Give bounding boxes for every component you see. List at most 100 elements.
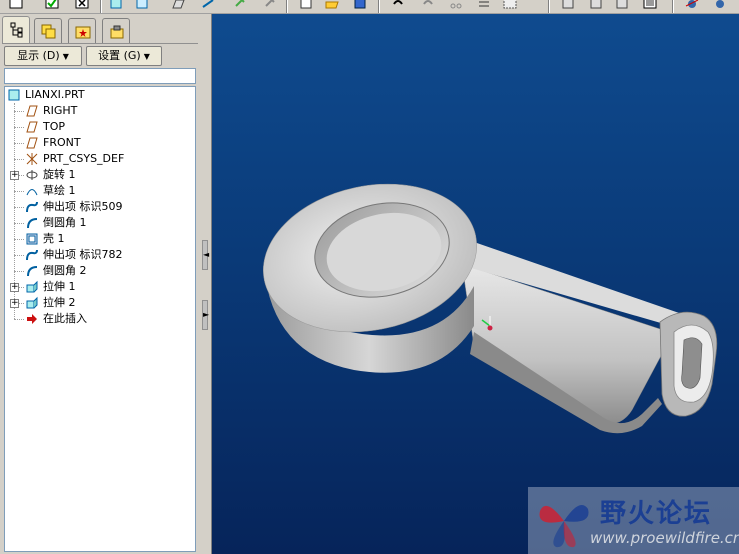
tree-item-label: 倒圆角 1: [43, 216, 87, 229]
view2-icon[interactable]: [262, 0, 278, 10]
datum-plane-icon: [25, 120, 39, 134]
extrude-icon: [25, 280, 39, 294]
tree-item[interactable]: + 旋转 1: [5, 167, 191, 183]
layers-tab[interactable]: [34, 18, 62, 44]
navigator-panel: 显示 (D) ▼ 设置 (G) ▼ LIANXI.PRT RIGHT TOP FRONT P…: [0, 14, 200, 554]
tree-item[interactable]: 伸出项 标识782: [5, 247, 191, 263]
tree-item[interactable]: + 拉伸 1: [5, 279, 191, 295]
tree-connector: [14, 191, 24, 192]
tree-connector: [14, 271, 24, 272]
show-dropdown[interactable]: 显示 (D) ▼: [4, 46, 82, 66]
watermark-title: 野火论坛: [600, 499, 713, 529]
panel-splitter[interactable]: ◄ ►: [200, 14, 212, 554]
tree-item-label: 伸出项 标识782: [43, 248, 123, 261]
layers-icon: [41, 24, 56, 39]
expand-icon[interactable]: +: [10, 283, 19, 292]
protrusion-icon: [25, 248, 39, 262]
save2-icon[interactable]: [352, 0, 368, 10]
show-dropdown-label: 显示 (D): [17, 49, 60, 62]
end-plate-slot: [681, 337, 703, 389]
new-icon[interactable]: [8, 0, 24, 10]
extrude-icon: [25, 296, 39, 310]
tree-connector: [14, 207, 24, 208]
copy-icon[interactable]: [588, 0, 604, 10]
expand-icon[interactable]: +: [10, 299, 19, 308]
tree-item[interactable]: RIGHT: [5, 103, 191, 119]
undo-icon[interactable]: [390, 0, 406, 10]
view2-orient-icon[interactable]: [712, 0, 728, 10]
tree-connector: [14, 159, 24, 160]
tree-item-label: TOP: [43, 120, 66, 133]
shell-icon: [25, 232, 39, 246]
chevron-down-icon: ▼: [62, 52, 69, 61]
tree-item-label: 壳 1: [43, 232, 65, 245]
list-icon[interactable]: [476, 0, 492, 10]
datum-plane-icon: [25, 104, 39, 118]
save-icon[interactable]: [44, 0, 60, 10]
tree-connector: [14, 255, 24, 256]
expand-right-icon[interactable]: ►: [202, 300, 209, 330]
sketch-icon[interactable]: [134, 0, 150, 10]
model-icon[interactable]: [560, 0, 576, 10]
tree-connector: [14, 111, 24, 112]
part-root-icon: [7, 88, 21, 102]
close-icon[interactable]: [74, 0, 90, 10]
tree-item[interactable]: 倒圆角 2: [5, 263, 191, 279]
datum-plane-icon: [25, 136, 39, 150]
settings-dropdown-label: 设置 (G): [98, 49, 141, 62]
tree-item-label: 草绘 1: [43, 184, 76, 197]
collapse-left-icon[interactable]: ◄: [202, 240, 209, 270]
settings-dropdown[interactable]: 设置 (G) ▼: [86, 46, 162, 66]
tree-item-label: 旋转 1: [43, 168, 76, 181]
tree-item[interactable]: 壳 1: [5, 231, 191, 247]
tree-item[interactable]: 草绘 1: [5, 183, 191, 199]
main-toolbar: [0, 0, 739, 14]
shade-icon[interactable]: [642, 0, 658, 10]
tools-tab[interactable]: [102, 18, 130, 44]
tree-filter-input[interactable]: [4, 68, 196, 84]
part-model-3d[interactable]: [212, 14, 739, 554]
round-icon: [25, 216, 39, 230]
tree-item-label: 伸出项 标识509: [43, 200, 123, 213]
tree-item[interactable]: 伸出项 标识509: [5, 199, 191, 215]
tree-item-label: 拉伸 2: [43, 296, 76, 309]
navigator-tabs: [2, 16, 198, 44]
tree-root-item[interactable]: LIANXI.PRT: [7, 87, 193, 103]
open-icon[interactable]: [298, 0, 314, 10]
model-tree: LIANXI.PRT RIGHT TOP FRONT PRT_CSYS_DEF + 旋转 1…: [4, 86, 196, 552]
redo-icon[interactable]: [420, 0, 436, 10]
view-icon[interactable]: [232, 0, 248, 10]
tree-item[interactable]: FRONT: [5, 135, 191, 151]
round-icon: [25, 264, 39, 278]
chevron-down-icon: ▼: [143, 52, 150, 61]
tree-root-label: LIANXI.PRT: [25, 88, 85, 101]
orient-icon[interactable]: [684, 0, 700, 10]
revolve-icon: [25, 168, 39, 182]
tree-item-label: 拉伸 1: [43, 280, 76, 293]
paste-icon[interactable]: [614, 0, 630, 10]
sketch-icon: [25, 184, 39, 198]
tree-item-label: PRT_CSYS_DEF: [43, 152, 125, 165]
favorites-tab[interactable]: [68, 18, 96, 44]
tree-connector: [14, 319, 24, 320]
plane-icon[interactable]: [170, 0, 186, 10]
cut-icon[interactable]: [448, 0, 464, 10]
tree-item-label: 倒圆角 2: [43, 264, 87, 277]
tree-connector: [14, 143, 24, 144]
folder-icon[interactable]: [324, 0, 340, 10]
tree-item[interactable]: TOP: [5, 119, 191, 135]
insert-arrow-icon: [25, 312, 39, 326]
expand-icon[interactable]: +: [10, 171, 19, 180]
datum-icon[interactable]: [108, 0, 124, 10]
tree-item[interactable]: PRT_CSYS_DEF: [5, 151, 191, 167]
graphics-window[interactable]: 野火论坛 www.proewildfire.cn: [212, 14, 739, 554]
tree-item[interactable]: + 拉伸 2: [5, 295, 191, 311]
axis-icon[interactable]: [200, 0, 216, 10]
model-tree-tab[interactable]: [2, 16, 30, 44]
window-icon[interactable]: [502, 0, 518, 10]
forum-watermark: 野火论坛 www.proewildfire.cn: [528, 487, 739, 554]
csys-icon: [25, 152, 39, 166]
tree-item[interactable]: 倒圆角 1: [5, 215, 191, 231]
tree-item-label: 在此插入: [43, 312, 87, 325]
tree-item[interactable]: 在此插入: [5, 311, 191, 327]
